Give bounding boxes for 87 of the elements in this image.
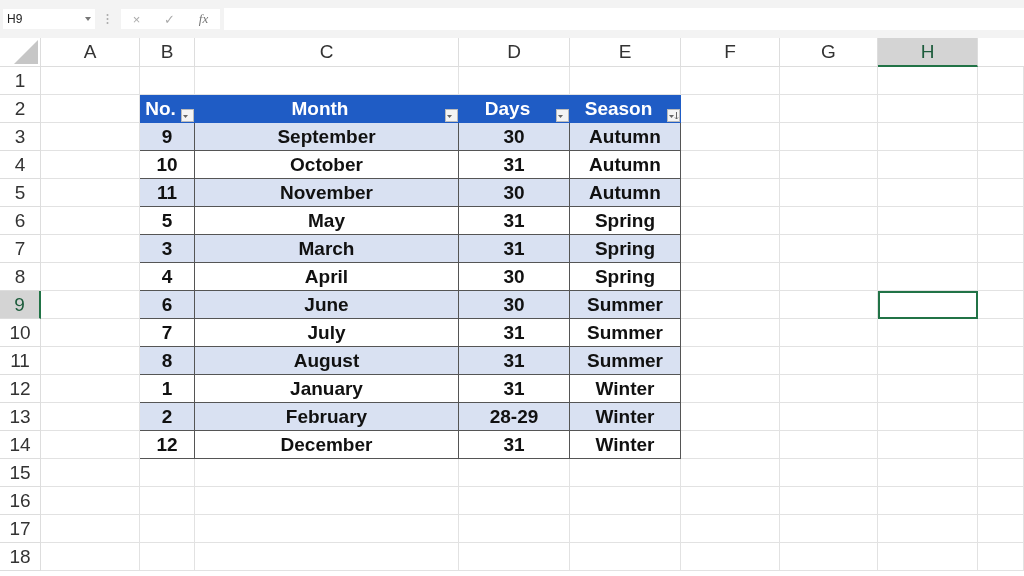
- table-cell: 31: [459, 431, 570, 459]
- table-cell: 2: [140, 403, 195, 431]
- column-header[interactable]: G: [780, 38, 878, 67]
- insert-function-button[interactable]: fx: [194, 11, 213, 27]
- table-cell: Summer: [570, 291, 681, 319]
- table-cell: 6: [140, 291, 195, 319]
- column-header[interactable]: H: [878, 38, 978, 67]
- row-header[interactable]: 15: [0, 459, 41, 487]
- table-cell: 31: [459, 375, 570, 403]
- table-cell: 31: [459, 207, 570, 235]
- table-cell: March: [195, 235, 459, 263]
- row-header[interactable]: 14: [0, 431, 41, 459]
- table-cell: 30: [459, 179, 570, 207]
- table-cell: 10: [140, 151, 195, 179]
- row-header[interactable]: 6: [0, 207, 41, 235]
- column-header[interactable]: C: [195, 38, 459, 67]
- row-header[interactable]: 16: [0, 487, 41, 515]
- table-cell: Winter: [570, 431, 681, 459]
- table-cell: 9: [140, 123, 195, 151]
- table-cell: December: [195, 431, 459, 459]
- table-cell: 30: [459, 263, 570, 291]
- dropdown-icon: [668, 111, 679, 120]
- row-header[interactable]: 13: [0, 403, 41, 431]
- table-cell: Autumn: [570, 179, 681, 207]
- table-cell: 12: [140, 431, 195, 459]
- column-header[interactable]: E: [570, 38, 681, 67]
- dropdown-icon: [85, 17, 91, 21]
- table-cell: Spring: [570, 263, 681, 291]
- row-header[interactable]: 4: [0, 151, 41, 179]
- header-label: Season: [584, 98, 653, 120]
- filter-button[interactable]: [181, 109, 194, 122]
- column-header[interactable]: A: [41, 38, 140, 67]
- column-header[interactable]: F: [681, 38, 780, 67]
- table-cell: Spring: [570, 235, 681, 263]
- table-cell: 28-29: [459, 403, 570, 431]
- table-cell: Autumn: [570, 151, 681, 179]
- header-label: No.: [145, 98, 176, 120]
- table-cell: Autumn: [570, 123, 681, 151]
- table-cell: Summer: [570, 347, 681, 375]
- row-header[interactable]: 1: [0, 67, 41, 95]
- table-cell: April: [195, 263, 459, 291]
- row-header[interactable]: 9: [0, 291, 41, 319]
- column-header[interactable]: D: [459, 38, 570, 67]
- column-header[interactable]: B: [140, 38, 195, 67]
- table-cell: 8: [140, 347, 195, 375]
- table-cell: July: [195, 319, 459, 347]
- table-cell: October: [195, 151, 459, 179]
- filter-button[interactable]: [445, 109, 458, 122]
- table-cell: Winter: [570, 403, 681, 431]
- table-cell: November: [195, 179, 459, 207]
- table-cell: May: [195, 207, 459, 235]
- row-header[interactable]: 10: [0, 319, 41, 347]
- table-cell: 30: [459, 123, 570, 151]
- row-header[interactable]: 3: [0, 123, 41, 151]
- table-cell: 1: [140, 375, 195, 403]
- name-box[interactable]: H9: [3, 9, 95, 29]
- table-cell: 7: [140, 319, 195, 347]
- row-header[interactable]: 18: [0, 543, 41, 571]
- table-cell: 31: [459, 347, 570, 375]
- table-cell: 5: [140, 207, 195, 235]
- table-cell: 30: [459, 291, 570, 319]
- table-cell: 11: [140, 179, 195, 207]
- header-label: Days: [484, 98, 531, 120]
- table-cell: September: [195, 123, 459, 151]
- table-cell: 31: [459, 235, 570, 263]
- row-header[interactable]: 7: [0, 235, 41, 263]
- row-header[interactable]: 11: [0, 347, 41, 375]
- table-cell: Spring: [570, 207, 681, 235]
- table-cell: Winter: [570, 375, 681, 403]
- filter-button[interactable]: [556, 109, 569, 122]
- active-cell[interactable]: [878, 291, 978, 319]
- row-header[interactable]: 17: [0, 515, 41, 543]
- header-label: Month: [291, 98, 349, 120]
- row-header[interactable]: 12: [0, 375, 41, 403]
- filter-button[interactable]: [667, 109, 680, 122]
- row-header[interactable]: 5: [0, 179, 41, 207]
- table-cell: 31: [459, 151, 570, 179]
- table-cell: February: [195, 403, 459, 431]
- table-cell: 3: [140, 235, 195, 263]
- table-cell: 31: [459, 319, 570, 347]
- grip-icon: [106, 13, 109, 25]
- table-cell: June: [195, 291, 459, 319]
- table-cell: August: [195, 347, 459, 375]
- row-header[interactable]: 2: [0, 95, 41, 123]
- table-cell: January: [195, 375, 459, 403]
- table-cell: Summer: [570, 319, 681, 347]
- table-cell: 4: [140, 263, 195, 291]
